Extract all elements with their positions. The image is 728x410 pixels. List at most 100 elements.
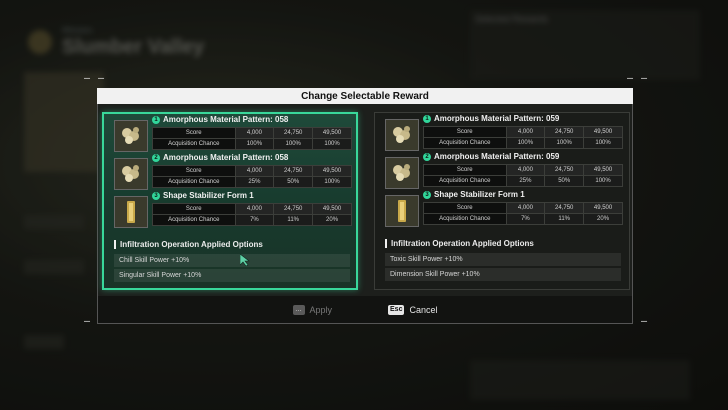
- chance-label: Acquisition Chance: [152, 138, 236, 150]
- score-value: 24,750: [544, 202, 585, 214]
- chance-value: 100%: [312, 176, 352, 188]
- score-value: 49,500: [583, 164, 623, 176]
- reward-item: 2 Amorphous Material Pattern: 058 Score …: [114, 153, 354, 190]
- reward-stats-table: Score 4,000 24,750 49,500 Acquisition Ch…: [152, 165, 352, 188]
- reward-item: 2 Amorphous Material Pattern: 059 Score …: [385, 152, 625, 189]
- reward-name: Shape Stabilizer Form 1: [434, 190, 525, 199]
- chance-label: Acquisition Chance: [423, 213, 507, 225]
- score-label: Score: [423, 164, 507, 176]
- cancel-label: Cancel: [409, 304, 438, 315]
- options-heading: Infiltration Operation Applied Options: [114, 240, 263, 249]
- apply-button[interactable]: … Apply: [292, 304, 333, 315]
- reward-stats-table: Score 4,000 24,750 49,500 Acquisition Ch…: [423, 164, 623, 187]
- reward-stats-table: Score 4,000 24,750 49,500 Acquisition Ch…: [423, 126, 623, 149]
- shape-stabilizer-icon: [385, 195, 419, 227]
- amorphous-material-icon: [114, 158, 148, 190]
- heading-bar: [114, 240, 116, 249]
- dialog-body: 1 Amorphous Material Pattern: 058 Score …: [97, 104, 633, 296]
- chance-value: 100%: [505, 137, 546, 149]
- score-value: 4,000: [234, 127, 275, 139]
- chance-value: 7%: [234, 214, 275, 226]
- applied-option: Chill Skill Power +10%: [114, 254, 350, 267]
- reward-option-left[interactable]: 1 Amorphous Material Pattern: 058 Score …: [102, 112, 358, 290]
- amorphous-material-icon: [385, 119, 419, 151]
- reward-number-badge: 1: [152, 116, 160, 124]
- chance-value: 100%: [273, 138, 314, 150]
- reward-name: Amorphous Material Pattern: 059: [434, 114, 560, 123]
- dialog-title: Change Selectable Reward: [97, 88, 633, 104]
- options-title: Infiltration Operation Applied Options: [120, 240, 263, 249]
- chance-value: 100%: [583, 175, 623, 187]
- chance-label: Acquisition Chance: [152, 214, 236, 226]
- amorphous-material-icon: [114, 120, 148, 152]
- chance-value: 100%: [544, 137, 585, 149]
- chance-value: 50%: [273, 176, 314, 188]
- reward-name: Shape Stabilizer Form 1: [163, 191, 254, 200]
- reward-number-badge: 2: [152, 154, 160, 162]
- reward-number-badge: 3: [152, 192, 160, 200]
- score-value: 49,500: [312, 203, 352, 215]
- score-value: 4,000: [505, 164, 546, 176]
- heading-bar: [385, 239, 387, 248]
- score-value: 49,500: [583, 202, 623, 214]
- reward-number-badge: 2: [423, 153, 431, 161]
- dialog-footer: … Apply Esc Cancel: [97, 296, 633, 324]
- chance-label: Acquisition Chance: [152, 176, 236, 188]
- score-value: 24,750: [544, 164, 585, 176]
- chance-value: 100%: [234, 138, 275, 150]
- cancel-button[interactable]: Esc Cancel: [388, 304, 438, 315]
- chance-value: 25%: [505, 175, 546, 187]
- reward-stats-table: Score 4,000 24,750 49,500 Acquisition Ch…: [152, 127, 352, 150]
- score-value: 24,750: [544, 126, 585, 138]
- score-value: 24,750: [273, 203, 314, 215]
- score-label: Score: [423, 126, 507, 138]
- score-value: 49,500: [312, 165, 352, 177]
- corner-bracket: ‒ ‒: [84, 73, 106, 84]
- score-label: Score: [152, 165, 236, 177]
- reward-item: 3 Shape Stabilizer Form 1 Score 4,000 24…: [114, 191, 354, 228]
- chance-value: 50%: [544, 175, 585, 187]
- apply-label: Apply: [309, 304, 333, 315]
- score-value: 4,000: [505, 202, 546, 214]
- reward-name: Amorphous Material Pattern: 058: [163, 115, 289, 124]
- applied-option: Dimension Skill Power +10%: [385, 268, 621, 281]
- score-value: 4,000: [505, 126, 546, 138]
- score-value: 4,000: [234, 203, 275, 215]
- reward-number-badge: 1: [423, 115, 431, 123]
- reward-stats-table: Score 4,000 24,750 49,500 Acquisition Ch…: [152, 203, 352, 226]
- score-label: Score: [423, 202, 507, 214]
- options-heading: Infiltration Operation Applied Options: [385, 239, 534, 248]
- change-reward-dialog: Change Selectable Reward 1 Amorphous Mat…: [97, 88, 633, 324]
- applied-option: Toxic Skill Power +10%: [385, 253, 621, 266]
- reward-name: Amorphous Material Pattern: 058: [163, 153, 289, 162]
- mouse-cursor-icon: [240, 254, 250, 266]
- reward-option-right[interactable]: 1 Amorphous Material Pattern: 059 Score …: [374, 112, 630, 290]
- score-value: 49,500: [312, 127, 352, 139]
- score-label: Score: [152, 203, 236, 215]
- reward-item: 3 Shape Stabilizer Form 1 Score 4,000 24…: [385, 190, 625, 227]
- chance-value: 100%: [312, 138, 352, 150]
- esc-key-icon: Esc: [388, 304, 405, 315]
- shape-stabilizer-icon: [114, 196, 148, 228]
- score-value: 4,000: [234, 165, 275, 177]
- reward-item: 1 Amorphous Material Pattern: 058 Score …: [114, 115, 354, 152]
- applied-option: Singular Skill Power +10%: [114, 269, 350, 282]
- chance-value: 20%: [312, 214, 352, 226]
- score-value: 49,500: [583, 126, 623, 138]
- reward-name: Amorphous Material Pattern: 059: [434, 152, 560, 161]
- reward-number-badge: 3: [423, 191, 431, 199]
- amorphous-material-icon: [385, 157, 419, 189]
- chance-value: 25%: [234, 176, 275, 188]
- chance-value: 11%: [544, 213, 585, 225]
- chance-value: 11%: [273, 214, 314, 226]
- score-value: 24,750: [273, 127, 314, 139]
- score-label: Score: [152, 127, 236, 139]
- chance-value: 7%: [505, 213, 546, 225]
- chance-label: Acquisition Chance: [423, 137, 507, 149]
- reward-item: 1 Amorphous Material Pattern: 059 Score …: [385, 114, 625, 151]
- corner-bracket: ‒ ‒: [627, 73, 649, 84]
- chance-label: Acquisition Chance: [423, 175, 507, 187]
- apply-key-icon: …: [292, 304, 305, 315]
- reward-stats-table: Score 4,000 24,750 49,500 Acquisition Ch…: [423, 202, 623, 225]
- options-title: Infiltration Operation Applied Options: [391, 239, 534, 248]
